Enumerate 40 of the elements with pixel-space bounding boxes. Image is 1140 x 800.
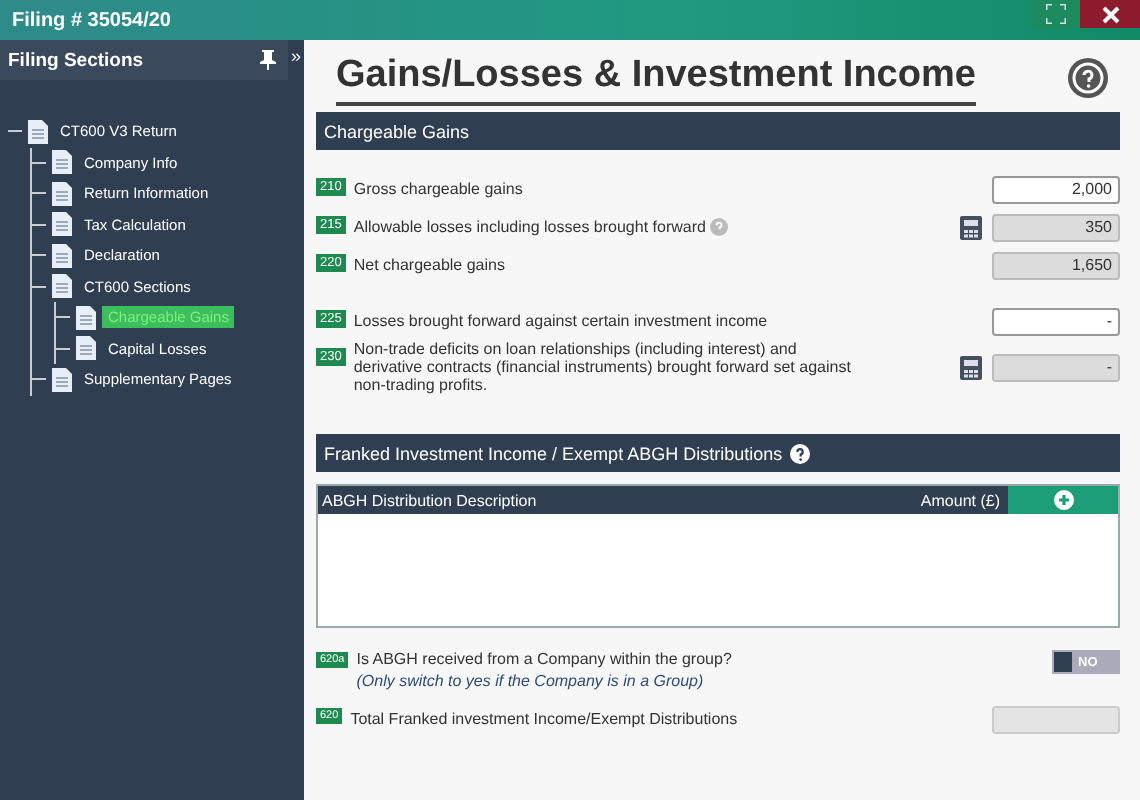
window-title: Filing # 35054/20 — [10, 9, 171, 31]
maximize-icon — [1046, 4, 1066, 24]
amount-field[interactable]: - — [992, 353, 1120, 381]
amount-field[interactable]: 1,650 — [992, 251, 1120, 279]
field-label: Non-trade deficits on loan relationships (including interest) and derivative contracts (financial instruments) brought forward set against non-trading profits. — [353, 340, 853, 394]
amount-field[interactable]: 350 — [992, 213, 1120, 241]
question-label: Is ABGH received from a Company within the group? — [356, 650, 734, 668]
section-title: Franked Investment Income / Exempt ABGH Distributions — [324, 443, 783, 463]
question-note: (Only switch to yes if the Company is in a Group) — [356, 672, 706, 690]
field-label: Total Franked investment Income/Exempt Distributions — [350, 710, 740, 728]
amount-field[interactable]: 2,000 — [992, 175, 1120, 203]
close-icon — [1101, 5, 1119, 23]
document-icon — [52, 367, 72, 392]
document-icon — [52, 274, 72, 299]
field-label: Gross chargeable gains — [353, 180, 525, 198]
field-label: Losses brought forward against certain investment income — [353, 312, 770, 330]
help-icon[interactable] — [1068, 58, 1108, 98]
document-icon — [76, 336, 96, 361]
document-icon — [52, 150, 72, 175]
field-label: Net chargeable gains — [353, 256, 507, 274]
document-icon — [52, 181, 72, 206]
document-icon — [52, 243, 72, 268]
document-icon — [52, 212, 72, 237]
close-button[interactable] — [1080, 0, 1140, 28]
sidebar-title: Filing Sections — [8, 49, 144, 71]
page-title: Gains/Losses & Investment Income — [336, 51, 976, 105]
column-header: Amount (£) — [920, 491, 1002, 509]
field-label: Allowable losses including losses brought forward — [353, 217, 948, 237]
calculator-icon[interactable] — [959, 215, 981, 239]
add-button[interactable] — [1008, 486, 1118, 514]
document-icon — [76, 305, 96, 330]
plus-icon — [1053, 490, 1073, 510]
amount-field[interactable]: - — [992, 307, 1120, 335]
column-header: ABGH Distribution Description — [322, 491, 539, 509]
section-title: Chargeable Gains — [324, 121, 470, 141]
document-icon — [28, 119, 48, 144]
pin-icon[interactable] — [260, 50, 276, 70]
calculator-icon[interactable] — [959, 355, 981, 379]
collapse-toggle[interactable]: » — [290, 46, 301, 66]
help-icon[interactable] — [790, 443, 811, 463]
